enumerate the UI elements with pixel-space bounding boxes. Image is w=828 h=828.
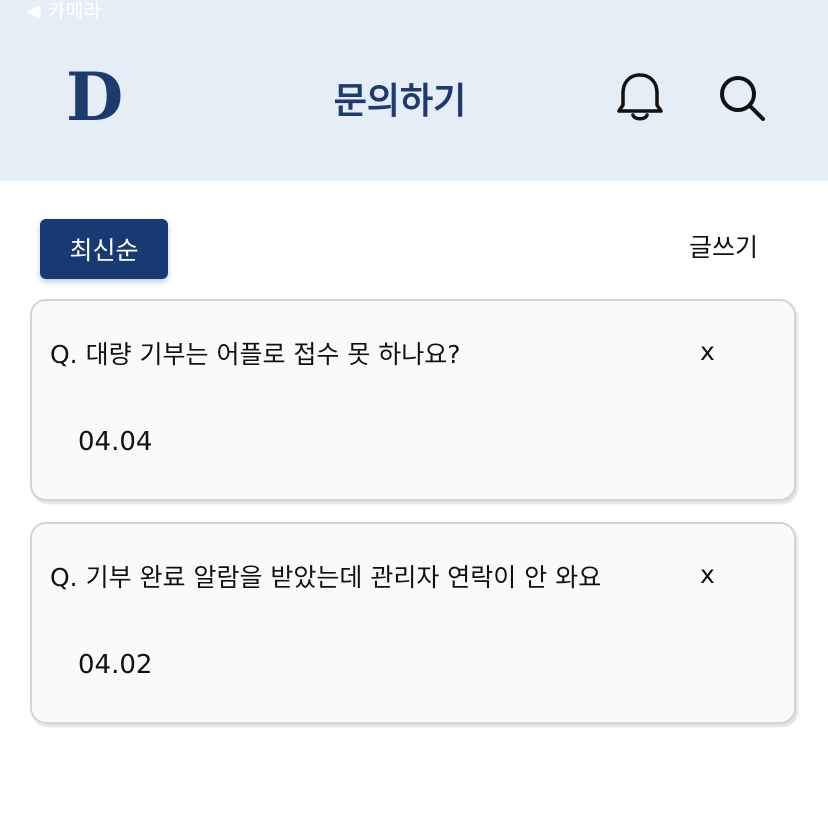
inquiry-question: Q. 기부 완료 알람을 받았는데 관리자 연락이 안 와요 xyxy=(50,563,602,592)
notification-button[interactable] xyxy=(610,68,670,128)
delete-inquiry-button[interactable]: x xyxy=(700,337,715,366)
inquiry-card[interactable]: Q. 대량 기부는 어플로 접수 못 하나요? x 04.04 xyxy=(30,299,796,501)
inquiry-card[interactable]: Q. 기부 완료 알람을 받았는데 관리자 연락이 안 와요 x 04.02 xyxy=(30,522,796,724)
top-header: ◀ 카메라 D 문의하기 xyxy=(0,0,828,181)
delete-inquiry-button[interactable]: x xyxy=(700,560,715,589)
inquiry-date: 04.04 xyxy=(78,427,153,457)
sort-latest-button[interactable]: 최신순 xyxy=(40,219,168,279)
search-button[interactable] xyxy=(712,68,772,128)
write-post-button[interactable]: 글쓰기 xyxy=(689,228,758,264)
search-icon xyxy=(720,76,765,121)
inquiry-date: 04.02 xyxy=(78,650,153,680)
page-title: 문의하기 xyxy=(333,81,467,122)
status-back-link[interactable]: ◀ 카메라 xyxy=(26,0,102,23)
bell-icon xyxy=(617,73,663,121)
inquiry-question: Q. 대량 기부는 어플로 접수 못 하나요? xyxy=(50,340,461,369)
